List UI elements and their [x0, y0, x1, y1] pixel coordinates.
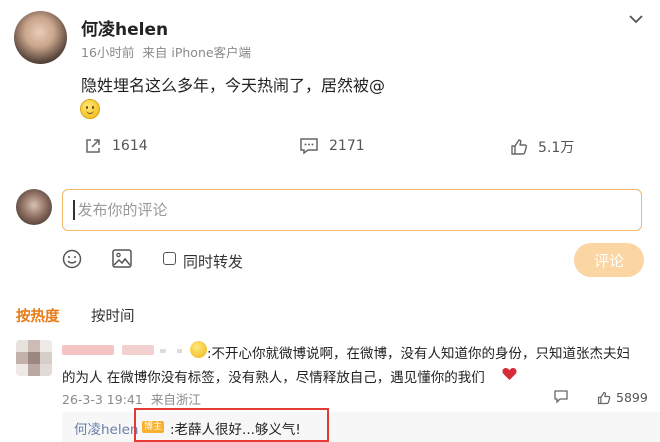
comment-text-line2: 的为人 在微博你没有标签，没有熟人，尽情释放自己，遇见懂你的我们 [62, 370, 485, 386]
repost-button[interactable]: 1614 [84, 137, 148, 155]
comment-meta: 26-3-3 19:41 来自浙江 [62, 389, 201, 408]
chevron-down-icon[interactable] [628, 14, 644, 24]
commenter-avatar[interactable] [16, 340, 52, 376]
like-count: 5.1万 [538, 140, 575, 156]
redaction-mark [160, 349, 166, 353]
comment-text-line1: :不开心你就微博说啊，在微博，没有人知道你的身份，只知道张杰夫妇 [207, 346, 631, 362]
thumbs-up-icon [511, 139, 528, 155]
redaction-mark [177, 349, 182, 353]
comment-input[interactable] [75, 200, 620, 220]
comment-count: 2171 [329, 138, 365, 154]
reply-icon[interactable] [554, 390, 568, 404]
submit-comment-button[interactable]: 评论 [574, 243, 644, 277]
thumbs-up-icon [597, 391, 611, 404]
image-upload-icon[interactable] [112, 249, 132, 268]
comment-like-count: 5899 [616, 390, 648, 405]
comment-icon [300, 138, 318, 155]
author-avatar[interactable] [14, 11, 67, 64]
comment-input-box[interactable] [62, 189, 642, 231]
user-avatar [16, 189, 52, 225]
repost-checkbox[interactable] [163, 252, 176, 265]
smile-emoji-icon [80, 99, 100, 119]
post-text: 隐姓埋名这么多年，今天热闹了，居然被@ [81, 76, 386, 95]
repost-label[interactable]: 同时转发 [183, 251, 243, 272]
heart-icon [502, 367, 517, 381]
author-name[interactable]: 何凌helen [81, 15, 168, 40]
comment-date: 26-3-3 19:41 [62, 392, 143, 407]
post-source: 来自 iPhone客户端 [142, 45, 252, 60]
comment-button[interactable]: 2171 [299, 137, 365, 155]
emoji-picker-icon[interactable] [62, 249, 82, 269]
post-meta: 16小时前 来自 iPhone客户端 [81, 42, 251, 61]
reply-author[interactable]: 何凌helen [74, 418, 138, 438]
tab-sort-time[interactable]: 按时间 [91, 305, 135, 326]
commenter-name-redacted [122, 345, 154, 355]
comment-like-button[interactable]: 5899 [597, 390, 648, 405]
like-button[interactable]: 5.1万 [510, 137, 574, 157]
text-caret [73, 200, 75, 220]
repost-count: 1614 [112, 138, 148, 154]
share-icon [86, 139, 100, 153]
tab-sort-hot[interactable]: 按热度 [16, 305, 60, 326]
post-time: 16小时前 [81, 45, 135, 60]
highlight-box [134, 408, 329, 442]
comment-location: 来自浙江 [150, 392, 201, 407]
commenter-name-redacted [62, 345, 114, 355]
laugh-emoji-icon [190, 341, 207, 358]
